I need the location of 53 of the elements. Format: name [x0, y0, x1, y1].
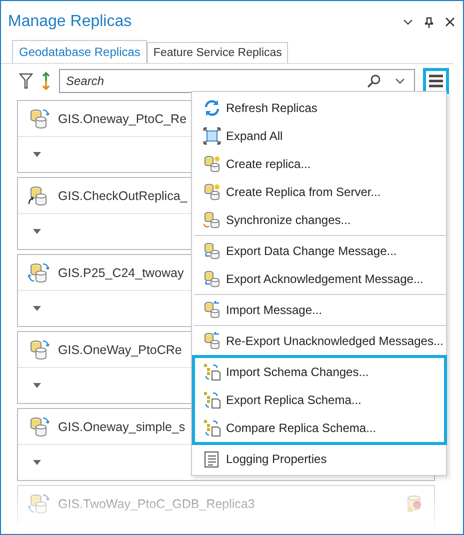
database-sync-icon: [28, 416, 50, 438]
menu-item[interactable]: Import Schema Changes...: [195, 358, 444, 386]
pin-icon[interactable]: [425, 16, 433, 28]
expand-caret-icon[interactable]: [33, 306, 41, 311]
expand-caret-icon[interactable]: [33, 152, 41, 157]
database-icon: [203, 183, 221, 201]
database-icon: [203, 155, 221, 173]
tab[interactable]: Feature Service Replicas: [147, 42, 288, 63]
database-icon: [203, 270, 221, 288]
window-title: Manage Replicas: [8, 13, 132, 31]
menu-item[interactable]: Create Replica from Server...: [192, 178, 446, 206]
expand-icon: [203, 127, 221, 145]
refresh-icon: [203, 99, 221, 117]
menu-item[interactable]: Refresh Replicas: [192, 94, 446, 122]
database-sync-icon: [28, 338, 50, 360]
replica-name: GIS.P25_C24_twoway: [58, 266, 184, 280]
menu-item[interactable]: Synchronize changes...: [192, 206, 446, 234]
database-two-way-icon: [28, 262, 50, 284]
expand-caret-icon[interactable]: [33, 460, 41, 465]
menu-item[interactable]: Expand All: [192, 122, 446, 150]
menu-item[interactable]: Compare Replica Schema...: [195, 414, 444, 442]
database-icon: [203, 301, 221, 319]
replica-name: GIS.OneWay_PtoCRe: [58, 342, 182, 356]
menu-item[interactable]: Create replica...: [192, 150, 446, 178]
chevron-down-icon[interactable]: [403, 19, 413, 25]
replica-name: GIS.TwoWay_PtoC_GDB_Replica3: [58, 496, 255, 510]
menu-item[interactable]: Re-Export Unacknowledged Messages...: [192, 327, 446, 355]
menu-item[interactable]: Export Acknowledgement Message...: [192, 265, 446, 293]
menu-item[interactable]: Export Replica Schema...: [195, 386, 444, 414]
database-icon: [203, 242, 221, 260]
menu-item[interactable]: Export Data Change Message...: [192, 237, 446, 265]
close-icon[interactable]: [445, 17, 455, 27]
expand-caret-icon[interactable]: [33, 383, 41, 388]
database-sync-icon: [28, 108, 50, 130]
search-icon[interactable]: [367, 74, 381, 88]
filter-icon[interactable]: [19, 73, 33, 89]
replica-name: GIS.Oneway_simple_s: [58, 420, 186, 434]
replica-name: GIS.Oneway_PtoC_Re: [58, 112, 187, 126]
menu-item[interactable]: Logging Properties: [192, 445, 446, 473]
database-icon: [203, 211, 221, 229]
tab[interactable]: Geodatabase Replicas: [12, 40, 148, 63]
schema-icon: [203, 363, 221, 381]
search-field[interactable]: Search: [59, 69, 415, 93]
sort-icon[interactable]: [41, 72, 51, 90]
menu-item[interactable]: Import Message...: [192, 296, 446, 324]
schema-icon: [203, 419, 221, 437]
database-icon: [203, 332, 221, 350]
schema-icon: [203, 391, 221, 409]
chevron-down-icon[interactable]: [395, 78, 405, 84]
replica-name: GIS.CheckOutReplica_: [58, 188, 188, 202]
expand-caret-icon[interactable]: [33, 229, 41, 234]
list-icon: [203, 450, 221, 468]
menu-icon: [428, 74, 444, 88]
